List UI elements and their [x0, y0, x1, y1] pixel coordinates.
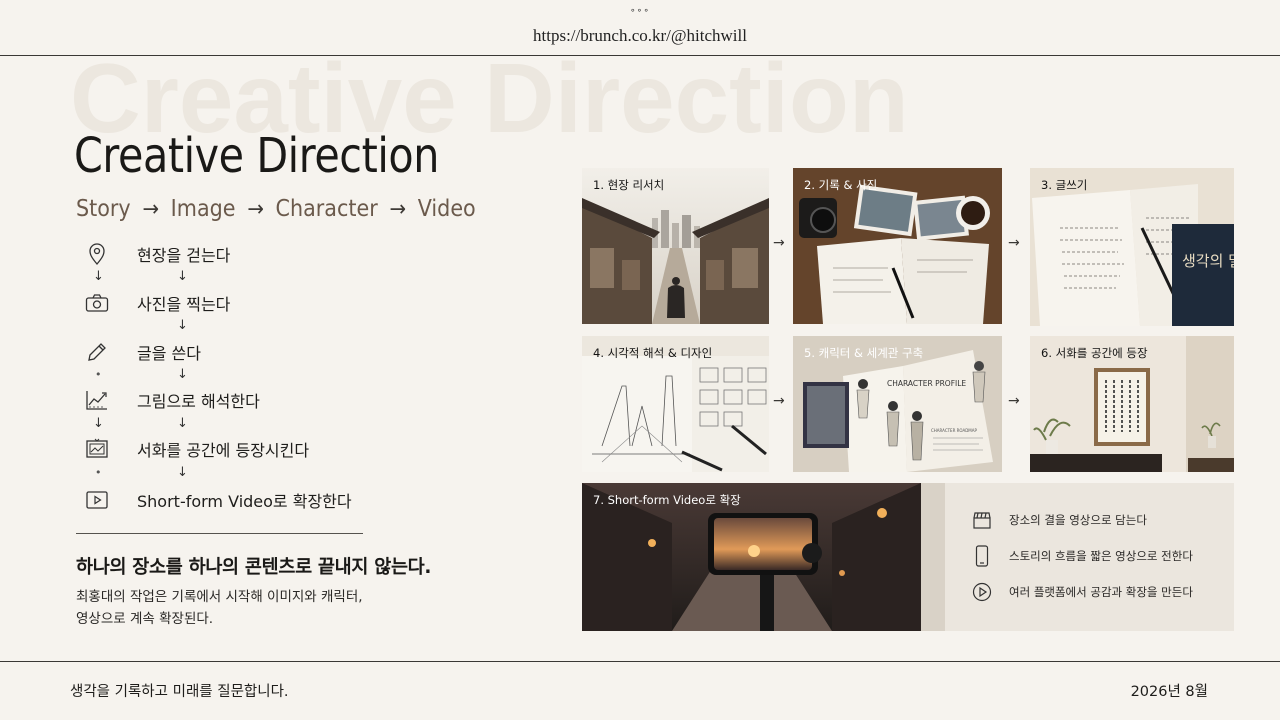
- flow-arrow: →: [389, 196, 407, 222]
- camera-icon: [84, 290, 110, 316]
- section-divider: [76, 533, 363, 534]
- panel-visual-design[interactable]: 4. 시각적 해석 & 디자인: [582, 336, 769, 472]
- process-flow: Story → Image → Character → Video: [76, 196, 476, 222]
- flow-video: Video: [417, 196, 476, 222]
- arrow-down-icon: ↓: [93, 416, 104, 431]
- panel-caption: 1. 현장 리서치: [593, 178, 665, 192]
- panel-caption: 6. 서화를 공간에 등장: [1041, 346, 1148, 360]
- panel-caption: 7. Short-form Video로 확장: [593, 493, 741, 507]
- dot-icon: •: [95, 466, 102, 479]
- panel-field-research[interactable]: 1. 현장 리서치: [582, 168, 769, 324]
- arrow-right-icon: →: [773, 393, 785, 409]
- video-feature-label: 여러 플랫폼에서 공감과 확장을 만든다: [1009, 585, 1193, 599]
- arrow-down-icon: ↓: [177, 367, 188, 382]
- profile-subtitle-text: CHARACTER ROADMAP: [931, 428, 977, 433]
- arrow-down-icon: ↓: [177, 416, 188, 431]
- footer-date: 2026년 8월: [1130, 684, 1208, 700]
- step-label: Short-form Video로 확장한다: [137, 492, 352, 511]
- book-title-text: 생각의 밀도: [1182, 252, 1234, 270]
- panel-character-world[interactable]: CHARACTER PROFILE CHARACTER ROADMAP 5. 캐…: [793, 336, 1002, 472]
- description: 최홍대의 작업은 기록에서 시작해 이미지와 캐릭터, 영상으로 계속 확장된다…: [76, 586, 363, 630]
- video-feature-label: 스토리의 흐름을 짧은 영상으로 전한다: [1009, 549, 1193, 563]
- video-feature-label: 장소의 결을 영상으로 담는다: [1009, 513, 1147, 527]
- panel-caption: 5. 캐릭터 & 세계관 구축: [804, 346, 924, 360]
- panel-calligraphy-space[interactable]: 6. 서화를 공간에 등장: [1030, 336, 1234, 472]
- window-dots: ∘∘∘: [630, 6, 650, 16]
- step-label: 글을 쓴다: [137, 344, 201, 363]
- description-line: 최홍대의 작업은 기록에서 시작해 이미지와 캐릭터,: [76, 589, 363, 605]
- panel-caption: 4. 시각적 해석 & 디자인: [593, 346, 713, 360]
- video-feature-list: 장소의 결을 영상으로 담는다 스토리의 흐름을 짧은 영상으로 전한다 여러 …: [945, 483, 1234, 631]
- map-pin-icon: [84, 241, 110, 267]
- arrow-right-icon: →: [1008, 235, 1020, 251]
- dot-icon: •: [95, 368, 102, 381]
- panel-short-form-video[interactable]: 7. Short-form Video로 확장: [582, 483, 921, 631]
- framed-picture-icon: [84, 436, 110, 462]
- panel-writing[interactable]: 생각의 밀도 3. 글쓰기: [1030, 168, 1234, 326]
- play-button-icon: [84, 487, 110, 513]
- profile-title-text: CHARACTER PROFILE: [887, 379, 966, 388]
- panel-records-photos[interactable]: 2. 기록 & 사진: [793, 168, 1002, 324]
- arrow-down-icon: ↓: [177, 269, 188, 284]
- flow-image: Image: [170, 196, 236, 222]
- footer-slogan: 생각을 기록하고 미래를 질문합니다.: [70, 684, 289, 700]
- arrow-down-icon: ↓: [177, 318, 188, 333]
- play-circle-icon: [971, 581, 993, 603]
- panel-gradient-strip: [921, 483, 945, 631]
- smartphone-icon: [971, 545, 993, 567]
- arrow-right-icon: →: [773, 235, 785, 251]
- video-feature-item: 장소의 결을 영상으로 담는다: [971, 508, 1147, 532]
- page-title: Creative Direction: [74, 128, 439, 184]
- tagline: 하나의 장소를 하나의 콘텐츠로 끝내지 않는다.: [76, 557, 432, 578]
- video-feature-item: 여러 플랫폼에서 공감과 확장을 만든다: [971, 580, 1193, 604]
- arrow-down-icon: ↓: [93, 269, 104, 284]
- panel-caption: 2. 기록 & 사진: [804, 178, 878, 192]
- pencil-icon: [84, 339, 110, 365]
- clapperboard-icon: [971, 509, 993, 531]
- flow-arrow: →: [142, 196, 159, 222]
- flow-arrow: →: [247, 196, 264, 222]
- step-label: 현장을 걷는다: [137, 246, 231, 265]
- footer-divider: [0, 661, 1280, 662]
- step-label: 서화를 공간에 등장시킨다: [137, 441, 310, 460]
- step-label: 사진을 찍는다: [137, 295, 231, 314]
- flow-story: Story: [76, 196, 131, 222]
- chart-sketch-icon: [84, 387, 110, 413]
- flow-character: Character: [275, 196, 378, 222]
- description-line: 영상으로 계속 확장된다.: [76, 611, 214, 627]
- arrow-right-icon: →: [1008, 393, 1020, 409]
- arrow-down-icon: ↓: [177, 465, 188, 480]
- panel-caption: 3. 글쓰기: [1041, 178, 1088, 192]
- video-feature-item: 스토리의 흐름을 짧은 영상으로 전한다: [971, 544, 1193, 568]
- step-label: 그림으로 해석한다: [137, 392, 260, 411]
